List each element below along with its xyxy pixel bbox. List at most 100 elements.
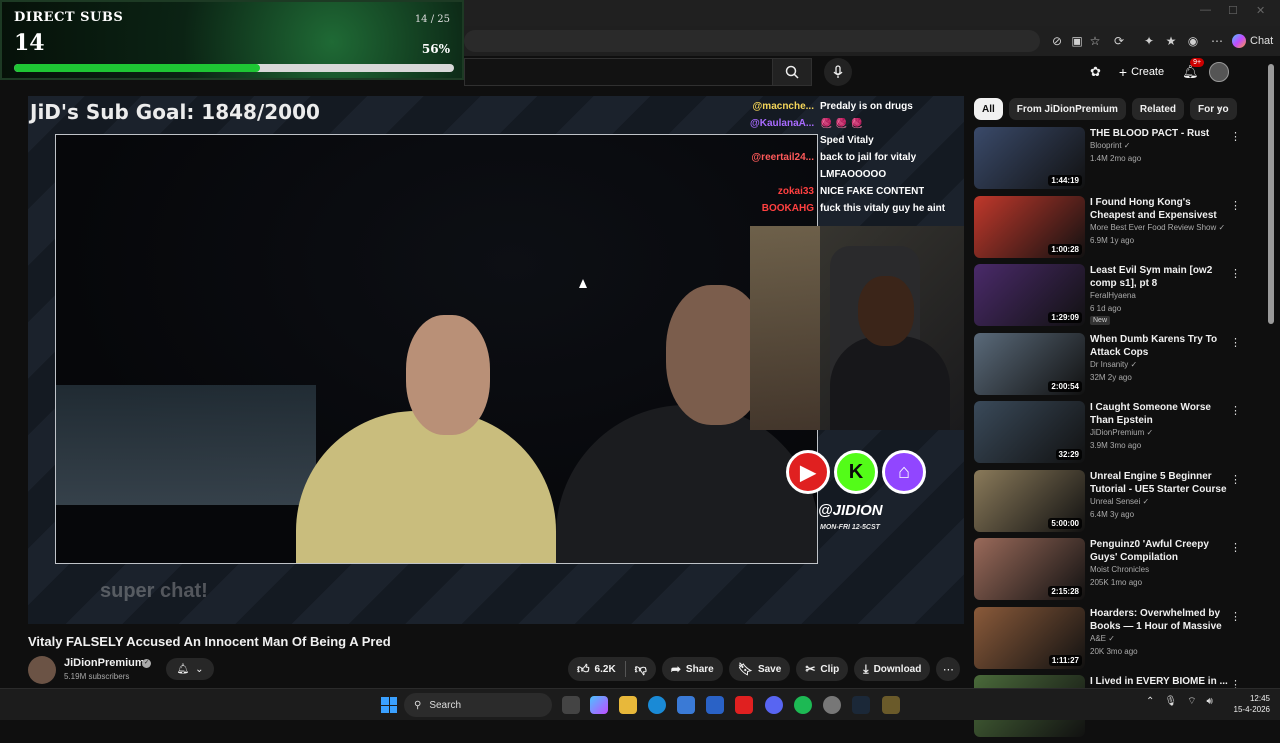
recommendation-item[interactable]: 1:11:27 Hoarders: Overwhelmed by Books — …: [974, 606, 1264, 675]
copilot-icon[interactable]: [590, 696, 608, 714]
close-icon[interactable]: ✕: [1256, 4, 1265, 17]
recommendation-title[interactable]: Penguinz0 'Awful Creepy Guys' Compilatio…: [1090, 538, 1230, 564]
share-button[interactable]: ➦ Share: [661, 657, 723, 681]
copilot-chat-button[interactable]: Chat: [1232, 30, 1273, 52]
recommendation-views-age: 32M 2y ago: [1090, 372, 1132, 382]
address-bar[interactable]: [464, 30, 1040, 52]
video-thumbnail[interactable]: 2:00:54: [974, 332, 1085, 395]
video-thumbnail[interactable]: 32:29: [974, 401, 1085, 463]
recommendation-item[interactable]: 1:00:28 I Found Hong Kong's Cheapest and …: [974, 195, 1264, 264]
like-button[interactable]: 👍︎ 6.2K: [568, 657, 625, 681]
youtube-app-icon[interactable]: [735, 696, 753, 714]
recommendation-item[interactable]: 32:29 I Caught Someone Worse Than Epstein…: [974, 400, 1264, 469]
create-button[interactable]: + Create: [1111, 60, 1172, 84]
more-vertical-icon[interactable]: ⋮: [1230, 541, 1241, 554]
discord-icon[interactable]: [765, 696, 783, 714]
video-thumbnail[interactable]: 5:00:00: [974, 469, 1085, 532]
recommendation-title[interactable]: Least Evil Sym main [ow2 comp s1], pt 8: [1090, 264, 1230, 290]
recommendation-item[interactable]: 5:00:00 Unreal Engine 5 Beginner Tutorial…: [974, 469, 1264, 538]
dislike-button[interactable]: 👎︎: [626, 657, 656, 681]
chatgpt-icon[interactable]: [823, 696, 841, 714]
create-studio-icon[interactable]: ✿: [1090, 64, 1101, 80]
recommendation-channel[interactable]: Dr Insanity ✓: [1090, 360, 1137, 369]
chevron-up-icon[interactable]: ⌃: [1146, 696, 1154, 707]
profile-icon[interactable]: ◉: [1184, 32, 1202, 50]
more-vertical-icon[interactable]: ⋮: [1230, 336, 1241, 349]
recommendation-item[interactable]: 1:29:09 Least Evil Sym main [ow2 comp s1]…: [974, 263, 1264, 332]
wifi-icon[interactable]: ⌔: [1187, 695, 1196, 708]
refresh-icon[interactable]: ⟳: [1110, 32, 1128, 50]
more-vertical-icon[interactable]: ⋮: [1230, 404, 1241, 417]
recommendation-title[interactable]: I Caught Someone Worse Than Epstein: [1090, 401, 1230, 427]
video-thumbnail[interactable]: 1:44:19: [974, 127, 1085, 189]
more-vertical-icon[interactable]: ⋮: [1230, 199, 1241, 212]
split-screen-icon[interactable]: ▣: [1068, 32, 1086, 50]
spotify-icon[interactable]: [794, 696, 812, 714]
chip-related[interactable]: Related: [1131, 98, 1185, 120]
minimize-icon[interactable]: —: [1200, 4, 1211, 16]
app-icon[interactable]: [882, 696, 900, 714]
recommendation-title[interactable]: I Lived in EVERY BIOME in ...: [1090, 675, 1230, 688]
extensions-puzzle-icon[interactable]: ✦: [1140, 32, 1158, 50]
more-vertical-icon[interactable]: ⋮: [1230, 610, 1241, 623]
recommendation-channel[interactable]: A&E ✓: [1090, 634, 1115, 643]
voice-search-button[interactable]: [824, 58, 852, 86]
volume-icon[interactable]: 🔊︎: [1207, 696, 1213, 707]
search-button[interactable]: [772, 58, 812, 86]
recommendation-channel[interactable]: FeralHyaena: [1090, 291, 1136, 300]
recommendation-title[interactable]: Unreal Engine 5 Beginner Tutorial - UE5 …: [1090, 470, 1230, 496]
video-thumbnail[interactable]: 1:00:28: [974, 195, 1085, 258]
extension-icon[interactable]: ⊘: [1048, 32, 1066, 50]
save-button[interactable]: 🔖︎ Save: [728, 657, 791, 681]
recommendation-channel[interactable]: Blooprint ✓: [1090, 141, 1131, 150]
start-button[interactable]: [381, 697, 397, 713]
store-icon[interactable]: [677, 696, 695, 714]
notifications-button[interactable]: 🔔︎ 9+: [1182, 58, 1205, 80]
recommendation-channel[interactable]: Moist Chronicles: [1090, 565, 1149, 574]
recommendation-item[interactable]: 2:15:28 Penguinz0 'Awful Creepy Guys' Com…: [974, 537, 1264, 606]
chevron-right-icon[interactable]: ›: [1218, 102, 1222, 116]
account-avatar[interactable]: [1208, 62, 1229, 82]
video-thumbnail[interactable]: 1:29:09: [974, 264, 1085, 326]
more-menu-icon[interactable]: ⋯: [1208, 32, 1226, 50]
more-vertical-icon[interactable]: ⋮: [1230, 267, 1241, 280]
more-actions-button[interactable]: ⋯: [936, 657, 961, 681]
channel-name[interactable]: JiDionPremium: [64, 657, 145, 669]
edge-browser-icon[interactable]: [648, 696, 666, 714]
recommendation-title[interactable]: THE BLOOD PACT - Rust: [1090, 127, 1230, 140]
clip-button[interactable]: ✂ Clip: [796, 657, 849, 681]
person-yellow-hoodie: [296, 411, 556, 563]
subscribed-bell-button[interactable]: 🔔︎ ⌄: [166, 658, 214, 680]
video-thumbnail[interactable]: 2:15:28: [974, 538, 1085, 600]
task-view-icon[interactable]: [562, 696, 580, 714]
favorite-star-icon[interactable]: ☆: [1086, 32, 1104, 50]
recommendation-item[interactable]: 2:00:54 When Dumb Karens Try To Attack Co…: [974, 332, 1264, 401]
scrollbar[interactable]: [1268, 56, 1274, 686]
system-clock[interactable]: 12:45 15-4-2026: [1226, 693, 1270, 715]
scrollbar-thumb[interactable]: [1268, 64, 1274, 324]
steam-icon[interactable]: [852, 696, 870, 714]
file-explorer-icon[interactable]: [619, 696, 637, 714]
download-button[interactable]: ⤓ Download: [854, 657, 931, 681]
video-player[interactable]: JiD's Sub Goal: 1848/2000 super chat! @m…: [28, 96, 964, 624]
chip-for-you[interactable]: For yo: [1190, 98, 1237, 120]
taskbar-search[interactable]: ⚲ Search: [404, 693, 552, 717]
favorites-icon[interactable]: ★: [1162, 32, 1180, 50]
chip-from-channel[interactable]: From JiDionPremium: [1008, 98, 1126, 120]
recommendation-item[interactable]: 1:44:19 THE BLOOD PACT - Rust Blooprint ✓ 1…: [974, 126, 1264, 195]
recommendation-channel[interactable]: Unreal Sensei ✓: [1090, 497, 1149, 506]
recommendation-channel[interactable]: JiDionPremium ✓: [1090, 428, 1153, 437]
microphone-icon[interactable]: 🎙︎: [1164, 696, 1177, 707]
search-input[interactable]: [464, 58, 774, 86]
recommendation-title[interactable]: Hoarders: Overwhelmed by Books — 1 Hour …: [1090, 607, 1230, 633]
recommendation-title[interactable]: When Dumb Karens Try To Attack Cops: [1090, 333, 1230, 359]
recommendation-title[interactable]: I Found Hong Kong's Cheapest and Expensi…: [1090, 196, 1230, 222]
channel-avatar[interactable]: [28, 656, 56, 684]
mail-icon[interactable]: [706, 696, 724, 714]
chip-all[interactable]: All: [974, 98, 1003, 120]
more-vertical-icon[interactable]: ⋮: [1230, 130, 1241, 143]
maximize-icon[interactable]: ☐: [1228, 4, 1238, 17]
more-vertical-icon[interactable]: ⋮: [1230, 473, 1241, 486]
recommendation-channel[interactable]: More Best Ever Food Review Show ✓: [1090, 223, 1225, 232]
video-thumbnail[interactable]: 1:11:27: [974, 606, 1085, 669]
